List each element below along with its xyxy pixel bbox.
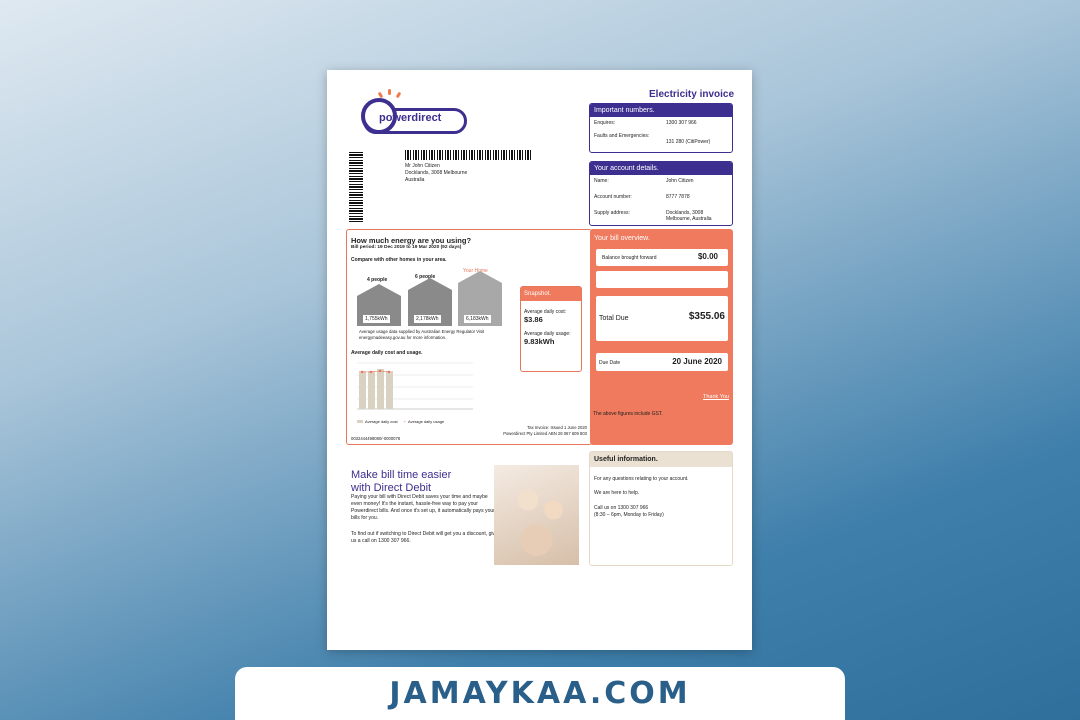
address-line: Docklands, 3008 Melbourne	[405, 169, 468, 176]
house-value: 2,178kWh	[414, 315, 441, 323]
balance-box: Balance brought forward $0.00	[596, 249, 728, 266]
useful-line: We are here to help.	[594, 490, 640, 496]
row-value: 8777 7878	[666, 194, 690, 200]
energy-title: How much energy are you using?	[351, 236, 472, 245]
house-value: 1,755kWh	[363, 315, 390, 323]
legend-cost: Average daily cost	[357, 419, 398, 424]
direct-debit-body: Paying your bill with Direct Debit saves…	[351, 494, 495, 521]
snapshot-box: Snapshot. Average daily cost: $3.86 Aver…	[520, 286, 582, 372]
chart-bar	[386, 371, 393, 409]
due-date-value: 20 June 2020	[672, 357, 722, 366]
chart-legend: Average daily cost + Average daily usage	[357, 419, 444, 424]
barcode-horizontal	[405, 150, 531, 160]
house-bar: 6,183kWh	[458, 271, 502, 326]
usage-note: Average usage data supplied by Australia…	[359, 329, 485, 340]
direct-debit-call: To find out if switching to Direct Debit…	[351, 531, 498, 544]
chart-bar	[377, 369, 384, 409]
important-numbers-box: Important numbers. Enquires: 1300 307 96…	[589, 103, 733, 153]
tax-invoice: Tax Invoice: Issued 1 June 2020	[527, 425, 587, 430]
bill-overview-panel: Your bill overview. Balance brought forw…	[590, 229, 733, 445]
snapshot-cost-value: $3.86	[524, 315, 543, 324]
row-value: 131 280 (CitiPower)	[666, 139, 711, 145]
useful-info-box: Useful information. For any questions re…	[589, 451, 733, 566]
invoice-title: Electricity invoice	[649, 89, 735, 100]
account-number-row: Account number: 8777 7878	[590, 193, 732, 201]
balance-label: Balance brought forward	[602, 255, 657, 261]
daily-chart	[357, 362, 473, 410]
address-line: Australia	[405, 176, 425, 183]
overview-header: Your bill overview.	[594, 235, 650, 242]
row-value: John Citizen	[666, 178, 694, 184]
compare-title: Compare with other homes in your area.	[351, 257, 447, 263]
faults-row: Faults and Emergencies: 131 280 (CitiPow…	[590, 132, 732, 146]
snapshot-header: Snapshot.	[521, 287, 581, 301]
account-details-header: Your account details.	[590, 162, 732, 175]
due-date-label: Due Date	[599, 360, 621, 366]
row-label: Supply address:	[594, 210, 630, 216]
chart-point	[360, 370, 364, 374]
useful-line: (8:30 – 6pm, Monday to Friday)	[594, 512, 664, 518]
row-value: Docklands, 3008 Melbourne, Australia	[666, 210, 712, 222]
direct-debit-title: Make bill time easier with Direct Debit	[351, 469, 452, 494]
house-bar: 1,755kWh	[357, 284, 401, 326]
gst-note: The above figures include GST.	[593, 411, 663, 417]
chart-point	[369, 370, 373, 374]
useful-header: Useful information.	[590, 452, 732, 467]
important-numbers-header: Important numbers.	[590, 104, 732, 117]
account-details-box: Your account details. Name: John Citizen…	[589, 161, 733, 226]
enquiries-row: Enquires: 1300 307 966	[590, 119, 732, 127]
watermark-text: JAMAYKAA.COM	[389, 676, 691, 711]
balance-value: $0.00	[697, 252, 718, 261]
thank-you: Thank You	[703, 394, 729, 400]
chart-point	[378, 369, 382, 373]
chart-point	[387, 370, 391, 374]
home-label: 4 people	[367, 277, 388, 283]
row-value: 1300 307 966	[666, 120, 697, 126]
total-due-box: Total Due $355.06	[596, 296, 728, 341]
blank-box	[596, 271, 728, 288]
watermark-banner: JAMAYKAA.COM	[235, 667, 845, 720]
abn: Powerdirect Pty Limited ABN 28 067 609 8…	[503, 431, 587, 436]
chart-bar	[359, 371, 366, 409]
house-value: 6,183kWh	[464, 315, 491, 323]
row-label: Faults and Emergencies:	[594, 133, 650, 139]
barcode-vertical	[349, 150, 363, 222]
row-label: Enquires:	[594, 120, 616, 126]
reference-number: 0032444498080/-0000078	[351, 436, 401, 441]
legend-usage: + Average daily usage	[403, 419, 445, 424]
useful-line: For any questions relating to your accou…	[594, 476, 689, 482]
bill-period: Bill period: 19 Dec 2019 to 19 Mar 2020 …	[351, 245, 462, 250]
daily-title: Average daily cost and usage.	[351, 350, 423, 356]
supply-address-row: Supply address: Docklands, 3008 Melbourn…	[590, 209, 732, 223]
family-photo	[494, 465, 579, 565]
due-date-box: Due Date 20 June 2020	[596, 353, 728, 371]
address-line: Mr John Citizen	[405, 163, 440, 169]
house-bar: 2,178kWh	[408, 278, 452, 326]
total-due-label: Total Due	[599, 315, 629, 322]
snapshot-usage-value: 9.83kWh	[524, 337, 555, 346]
useful-line: Call us on 1300 307 966	[594, 505, 649, 511]
name-row: Name: John Citizen	[590, 177, 732, 185]
total-due-value: $355.06	[688, 311, 725, 322]
customer-address: Mr John Citizen Docklands, 3008 Melbourn…	[405, 163, 467, 183]
chart-bar	[368, 371, 375, 409]
invoice-page: powerdirect Electricity invoice Mr John …	[327, 70, 752, 650]
row-label: Account number:	[594, 194, 632, 200]
logo-text: powerdirect	[379, 112, 442, 124]
row-label: Name:	[594, 178, 609, 184]
